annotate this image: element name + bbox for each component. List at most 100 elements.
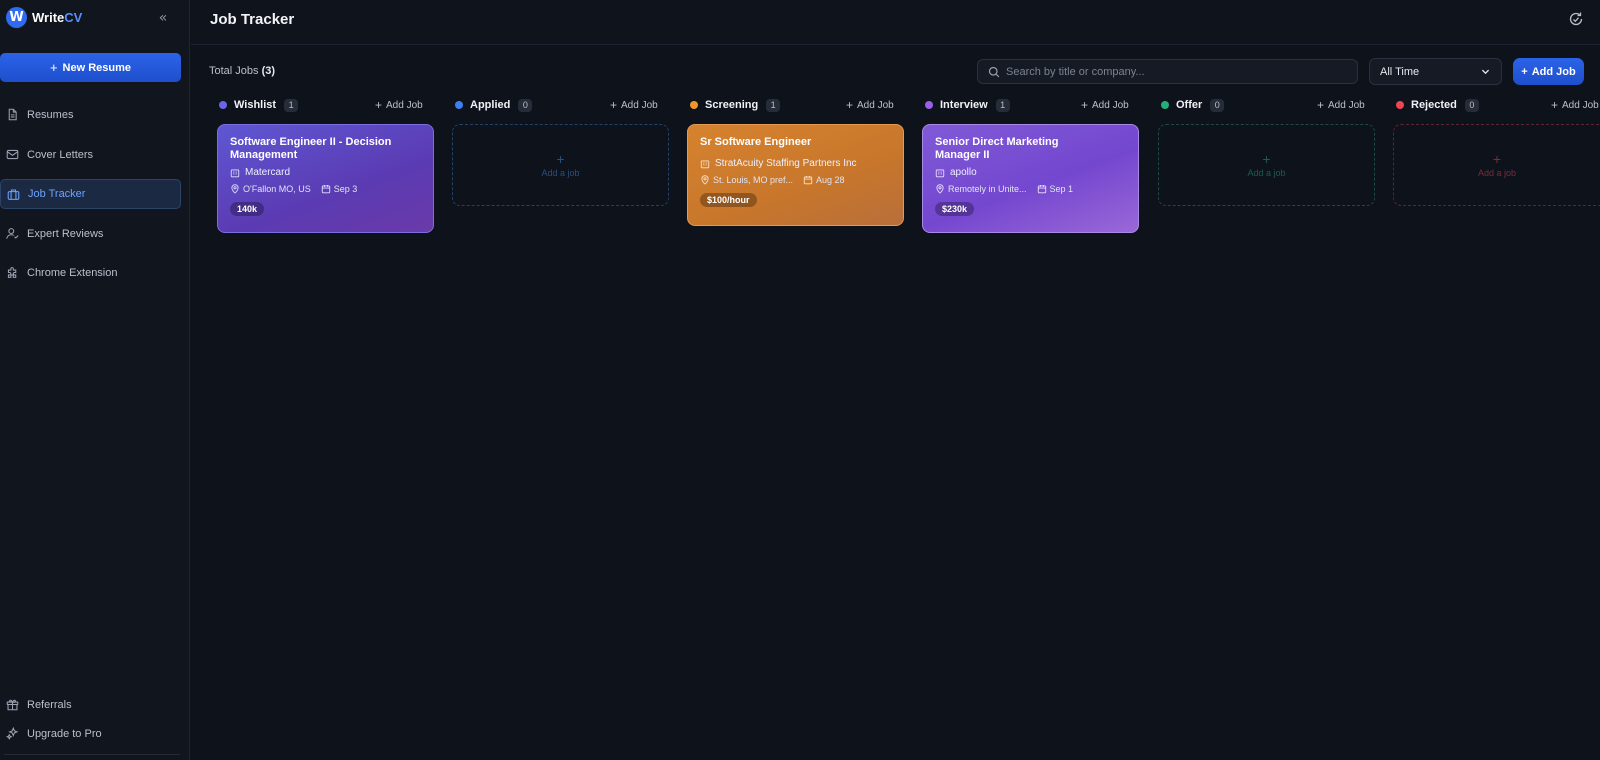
salary-badge: $230k bbox=[935, 202, 975, 216]
logo-accent: CV bbox=[64, 10, 83, 25]
sidebar-item-expert-reviews[interactable]: Expert Reviews bbox=[0, 219, 190, 249]
column-add-label: Add Job bbox=[1328, 99, 1365, 111]
logo-text: WriteCV bbox=[32, 10, 82, 25]
plus-icon: + bbox=[375, 98, 383, 112]
plus-icon: + bbox=[846, 98, 854, 112]
add-job-placeholder-offer[interactable]: + Add a job bbox=[1158, 124, 1375, 206]
sidebar-bottom: Referrals Upgrade to Pro bbox=[0, 696, 190, 754]
job-location: Remotely in Unite... bbox=[948, 184, 1027, 194]
sidebar-item-cover-letters[interactable]: Cover Letters bbox=[0, 140, 190, 170]
job-date: Aug 28 bbox=[816, 175, 845, 185]
sidebar-item-job-tracker[interactable]: Job Tracker bbox=[0, 179, 181, 209]
sidebar-item-label: Resumes bbox=[27, 109, 74, 121]
plus-icon: + bbox=[556, 151, 565, 167]
sparkles-icon bbox=[6, 727, 19, 740]
job-card-screening[interactable]: Sr Software Engineer StratAcuity Staffin… bbox=[687, 124, 904, 226]
chevron-down-icon bbox=[1481, 69, 1490, 75]
job-company-name: Matercard bbox=[245, 167, 291, 178]
job-location: St. Louis, MO pref... bbox=[713, 175, 794, 185]
add-job-button[interactable]: + Add Job bbox=[1513, 58, 1584, 85]
column-name: Screening bbox=[705, 99, 759, 111]
location-pin-icon bbox=[231, 184, 239, 194]
plus-icon: + bbox=[1551, 98, 1559, 112]
sidebar: W WriteCV « + New Resume Resumes Cover L… bbox=[0, 0, 190, 760]
plus-icon: + bbox=[49, 60, 58, 75]
new-resume-button[interactable]: + New Resume bbox=[0, 53, 181, 82]
total-jobs-count: (3) bbox=[261, 65, 276, 77]
sidebar-item-label: Job Tracker bbox=[28, 188, 86, 200]
refresh-icon[interactable] bbox=[1568, 11, 1584, 27]
column-add-job-screening[interactable]: + Add Job bbox=[846, 98, 894, 112]
job-company-name: StratAcuity Staffing Partners Inc bbox=[715, 158, 857, 169]
column-count: 1 bbox=[766, 98, 781, 112]
sidebar-item-label: Cover Letters bbox=[27, 148, 94, 161]
plus-icon: + bbox=[1081, 98, 1089, 112]
job-company: apollo bbox=[935, 167, 1126, 178]
status-dot bbox=[690, 101, 698, 109]
column-add-label: Add Job bbox=[621, 99, 658, 111]
calendar-icon bbox=[1037, 184, 1046, 194]
column-add-job-wishlist[interactable]: + Add Job bbox=[375, 98, 423, 112]
sidebar-item-label: Referrals bbox=[27, 699, 72, 711]
status-dot bbox=[455, 101, 463, 109]
sidebar-item-referrals[interactable]: Referrals bbox=[0, 696, 190, 714]
plus-icon: + bbox=[610, 98, 618, 112]
column-header-applied: Applied 0 bbox=[455, 97, 533, 113]
time-filter-value: All Time bbox=[1380, 65, 1420, 78]
add-job-placeholder-label: Add a job bbox=[1247, 168, 1286, 178]
column-header-screening: Screening 1 bbox=[690, 97, 781, 113]
column-count: 0 bbox=[1464, 98, 1479, 112]
add-job-label: Add Job bbox=[1531, 65, 1576, 78]
column-count: 0 bbox=[1210, 98, 1225, 112]
sidebar-item-upgrade[interactable]: Upgrade to Pro bbox=[0, 725, 190, 743]
column-add-job-rejected[interactable]: + Add Job bbox=[1551, 98, 1600, 112]
column-header-wishlist: Wishlist 1 bbox=[219, 97, 299, 113]
time-filter-select[interactable]: All Time bbox=[1369, 58, 1502, 85]
salary-badge: 140k bbox=[230, 202, 265, 216]
job-card-interview[interactable]: Senior Direct Marketing Manager II apoll… bbox=[922, 124, 1139, 233]
briefcase-icon bbox=[7, 189, 20, 200]
column-add-label: Add Job bbox=[1092, 99, 1129, 111]
plus-icon: + bbox=[1521, 65, 1528, 78]
column-count: 1 bbox=[284, 98, 299, 112]
collapse-sidebar-icon[interactable]: « bbox=[154, 9, 172, 27]
add-job-placeholder-applied[interactable]: + Add a job bbox=[452, 124, 669, 206]
column-header-offer: Offer 0 bbox=[1161, 97, 1225, 113]
column-add-label: Add Job bbox=[857, 99, 894, 111]
building-icon bbox=[935, 168, 945, 177]
add-job-placeholder-label: Add a job bbox=[1477, 168, 1517, 178]
column-add-job-interview[interactable]: + Add Job bbox=[1081, 98, 1129, 112]
job-meta: St. Louis, MO pref... Aug 28 bbox=[700, 175, 891, 185]
gift-icon bbox=[6, 699, 19, 711]
column-name: Rejected bbox=[1411, 99, 1457, 111]
add-job-placeholder-rejected[interactable]: + Add a job bbox=[1393, 124, 1600, 206]
job-meta: Remotely in Unite... Sep 1 bbox=[935, 184, 1126, 194]
file-icon bbox=[8, 108, 17, 121]
sidebar-item-label: Upgrade to Pro bbox=[27, 728, 102, 740]
logo-name: Write bbox=[32, 10, 65, 25]
plus-icon: + bbox=[1317, 98, 1325, 112]
search-input[interactable] bbox=[1006, 65, 1336, 78]
column-name: Wishlist bbox=[234, 99, 277, 111]
job-date: Sep 3 bbox=[333, 184, 358, 194]
plus-icon: + bbox=[1492, 151, 1502, 167]
column-count: 0 bbox=[518, 98, 533, 112]
user-check-icon bbox=[6, 227, 19, 239]
sidebar-item-chrome-extension[interactable]: Chrome Extension bbox=[0, 258, 190, 288]
puzzle-icon bbox=[7, 267, 17, 278]
logo[interactable]: W WriteCV bbox=[6, 7, 82, 28]
search-box[interactable] bbox=[977, 59, 1358, 84]
location-pin-icon bbox=[701, 175, 709, 185]
new-resume-label: New Resume bbox=[62, 61, 132, 74]
column-add-label: Add Job bbox=[386, 99, 423, 111]
column-name: Offer bbox=[1176, 99, 1203, 111]
job-card-wishlist[interactable]: Software Engineer II - Decision Manageme… bbox=[217, 124, 434, 233]
job-company: Matercard bbox=[230, 167, 421, 178]
sidebar-item-resumes[interactable]: Resumes bbox=[0, 100, 190, 130]
calendar-icon bbox=[803, 175, 813, 185]
column-add-job-applied[interactable]: + Add Job bbox=[610, 98, 658, 112]
job-title: Software Engineer II - Decision Manageme… bbox=[230, 136, 392, 161]
column-add-job-offer[interactable]: + Add Job bbox=[1317, 98, 1365, 112]
job-company: StratAcuity Staffing Partners Inc bbox=[700, 158, 891, 169]
salary-badge: $100/hour bbox=[700, 193, 757, 207]
